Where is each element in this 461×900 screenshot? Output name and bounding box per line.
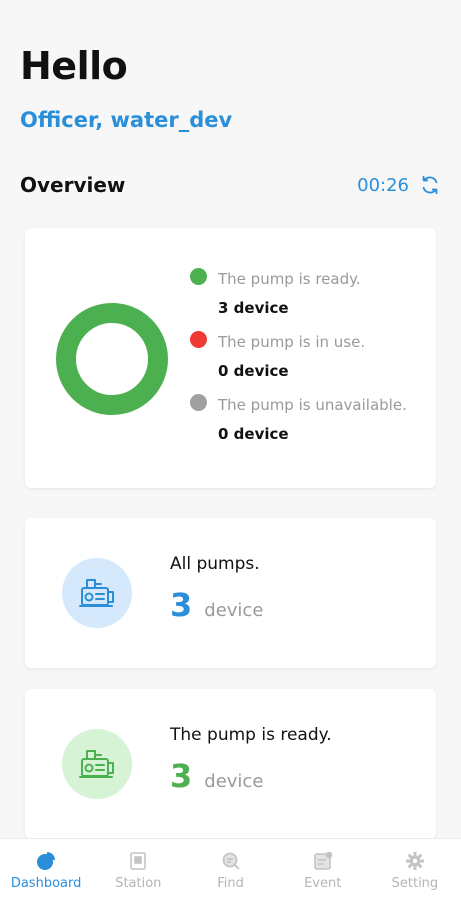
legend-count-ready: 3 device	[218, 299, 289, 317]
ready-pumps-unit: device	[204, 771, 264, 792]
pump-status-card: The pump is ready. 3 device The pump is …	[25, 228, 436, 488]
all-pumps-card[interactable]: All pumps. 3 device	[25, 518, 436, 668]
ready-pumps-value: 3 device	[170, 757, 263, 795]
all-pumps-value: 3 device	[170, 586, 263, 624]
nav-item-station[interactable]: Station	[92, 839, 184, 900]
nav-label-station: Station	[115, 876, 162, 891]
in-use-dot-icon	[190, 331, 207, 348]
refresh-icon[interactable]	[419, 174, 441, 196]
legend-count-unavailable: 0 device	[218, 425, 289, 443]
legend-label-unavailable: The pump is unavailable.	[218, 396, 407, 414]
ready-pumps-icon-circle	[62, 729, 132, 799]
event-icon	[313, 851, 333, 870]
station-icon	[130, 852, 147, 870]
nav-label-find: Find	[217, 876, 244, 891]
all-pumps-unit: device	[204, 600, 264, 621]
nav-label-dashboard: Dashboard	[10, 876, 82, 891]
legend-label-in-use: The pump is in use.	[218, 333, 366, 351]
all-pumps-icon-circle	[62, 558, 132, 628]
unavailable-dot-icon	[190, 394, 207, 411]
all-pumps-title: All pumps.	[170, 554, 260, 574]
nav-item-dashboard[interactable]: Dashboard	[0, 839, 92, 900]
all-pumps-count: 3	[170, 586, 193, 624]
dashboard-pie-icon	[37, 852, 56, 870]
overview-timer-group: 00:26	[357, 174, 441, 196]
bottom-nav: Dashboard Station Find Event Setting	[0, 838, 461, 900]
user-name: Officer, water_dev	[20, 108, 233, 132]
ready-pumps-title: The pump is ready.	[170, 725, 332, 745]
legend-label-ready: The pump is ready.	[218, 270, 361, 288]
nav-item-find[interactable]: Find	[184, 839, 276, 900]
pump-status-donut	[56, 303, 168, 415]
overview-header: Overview 00:26	[20, 170, 441, 200]
legend-count-in-use: 0 device	[218, 362, 289, 380]
ready-dot-icon	[190, 268, 207, 285]
pump-icon	[79, 750, 114, 778]
nav-label-event: Event	[304, 876, 342, 891]
pump-icon	[79, 579, 114, 607]
greeting-title: Hello	[20, 44, 128, 88]
nav-item-event[interactable]: Event	[277, 839, 369, 900]
ready-pumps-count: 3	[170, 757, 193, 795]
nav-item-setting[interactable]: Setting	[369, 839, 461, 900]
ready-pumps-card[interactable]: The pump is ready. 3 device	[25, 689, 436, 839]
find-icon	[222, 852, 240, 870]
overview-title: Overview	[20, 173, 126, 197]
nav-label-setting: Setting	[391, 876, 439, 891]
gear-icon	[405, 852, 424, 870]
refresh-timer: 00:26	[357, 174, 409, 196]
donut-ring-ready	[56, 303, 168, 415]
